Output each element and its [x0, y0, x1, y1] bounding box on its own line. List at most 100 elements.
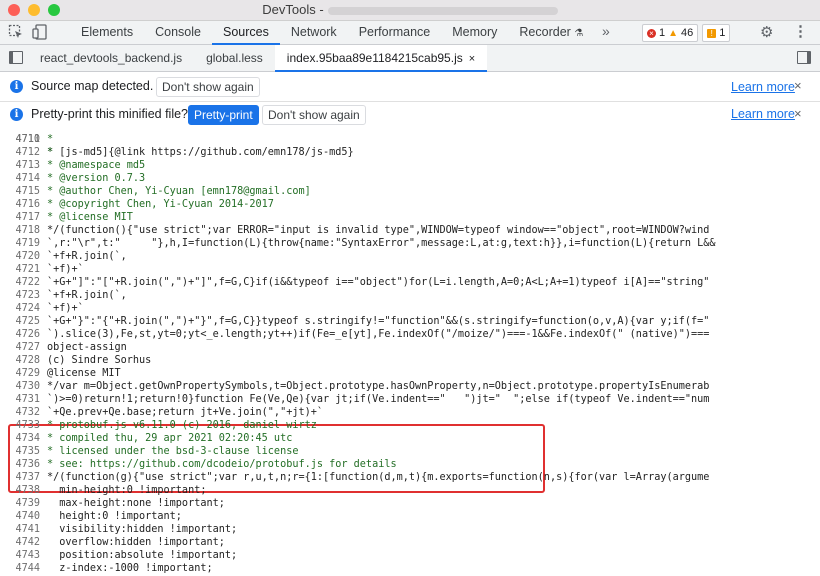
- line-number[interactable]: 4717: [0, 211, 40, 224]
- line-number[interactable]: 4737: [0, 471, 40, 484]
- code-text: * licensed under the bsd-3-clause licens…: [47, 446, 299, 457]
- line-number[interactable]: 4732: [0, 406, 40, 419]
- line-number[interactable]: 4739: [0, 497, 40, 510]
- file-tab[interactable]: global.less: [194, 45, 275, 71]
- file-tab-active[interactable]: index.95baa89e1184215cab95.js ×: [274, 45, 488, 72]
- code-text: height:0 !important;: [47, 511, 182, 522]
- warning-icon: ▲: [668, 27, 679, 39]
- line-number[interactable]: 4728: [0, 354, 40, 367]
- code-text: * @license MIT: [47, 212, 133, 223]
- line-number[interactable]: 4730: [0, 380, 40, 393]
- warning-count: 46: [681, 26, 694, 39]
- line-number[interactable]: 4744: [0, 562, 40, 575]
- code-text: min-height:0 !important;: [47, 485, 207, 496]
- dont-show-again-button[interactable]: Don't show again: [156, 77, 260, 97]
- tab-sources[interactable]: Sources: [211, 21, 280, 45]
- code-text: `+f+R.join(`,: [47, 251, 127, 262]
- code-text: (c) Sindre Sorhus: [47, 355, 152, 366]
- line-number[interactable]: 4727: [0, 341, 40, 354]
- toggle-debugger-icon[interactable]: [797, 51, 811, 64]
- error-warning-counter[interactable]: × 1 ▲ 46: [642, 24, 699, 42]
- error-count: 1: [659, 26, 666, 39]
- tab-recorder-label: Recorder: [519, 25, 571, 39]
- code-editor[interactable]: 4710 * [js-md5]{@link https://github.com…: [0, 126, 820, 576]
- line-number[interactable]: 4714: [0, 172, 40, 185]
- line-number[interactable]: 4724: [0, 302, 40, 315]
- line-number[interactable]: 4743: [0, 549, 40, 562]
- line-number[interactable]: 4712: [0, 146, 40, 159]
- code-text: object-assign: [47, 342, 127, 353]
- line-number[interactable]: 4735: [0, 445, 40, 458]
- line-number[interactable]: 4718: [0, 224, 40, 237]
- line-number[interactable]: 4719: [0, 237, 40, 250]
- close-infobar-icon[interactable]: ×: [794, 106, 802, 121]
- line-number[interactable]: 4711: [0, 133, 40, 146]
- line-number[interactable]: 4733: [0, 419, 40, 432]
- more-tabs-button[interactable]: »: [602, 23, 610, 39]
- issue-icon: !: [707, 28, 717, 38]
- redacted-url: [327, 6, 558, 15]
- line-number[interactable]: 4716: [0, 198, 40, 211]
- tab-elements[interactable]: Elements: [70, 21, 144, 44]
- line-number[interactable]: 4722: [0, 276, 40, 289]
- close-infobar-icon[interactable]: ×: [794, 78, 802, 93]
- line-number[interactable]: 4729: [0, 367, 40, 380]
- devtools-toolbar: Elements Console Sources Network Perform…: [0, 21, 820, 45]
- dont-show-again-button[interactable]: Don't show again: [262, 105, 366, 125]
- learn-more-link[interactable]: Learn more: [731, 107, 795, 121]
- close-tab-icon[interactable]: ×: [469, 53, 475, 65]
- issues-counter[interactable]: ! 1: [702, 24, 731, 42]
- toggle-navigator-icon[interactable]: [9, 51, 23, 64]
- file-tabs-bar: react_devtools_backend.js global.less in…: [0, 45, 820, 72]
- code-text: */(function(g){"use strict";var r,u,t,n;…: [47, 472, 710, 483]
- line-number[interactable]: 4723: [0, 289, 40, 302]
- line-number[interactable]: 4740: [0, 510, 40, 523]
- code-text: *: [47, 134, 54, 145]
- learn-more-link[interactable]: Learn more: [731, 80, 795, 94]
- line-number[interactable]: 4720: [0, 250, 40, 263]
- line-number[interactable]: 4713: [0, 159, 40, 172]
- info-icon: i: [10, 108, 23, 121]
- file-tab-label: index.95baa89e1184215cab95.js: [286, 51, 463, 65]
- issue-counters[interactable]: × 1 ▲ 46 ! 1: [642, 24, 731, 42]
- editor-tabs: react_devtools_backend.js global.less in…: [28, 45, 488, 72]
- tab-performance[interactable]: Performance: [348, 21, 442, 44]
- code-text: visibility:hidden !important;: [47, 524, 238, 535]
- line-number[interactable]: 4741: [0, 523, 40, 536]
- file-tab[interactable]: react_devtools_backend.js: [28, 45, 194, 71]
- line-number[interactable]: 4734: [0, 432, 40, 445]
- device-toolbar-icon[interactable]: [32, 24, 48, 40]
- line-number[interactable]: 4726: [0, 328, 40, 341]
- code-text: `+Qe.prev+Qe.base;return jt+Ve.join(","+…: [47, 407, 324, 418]
- sourcemap-message: Source map detected.: [31, 79, 154, 93]
- code-text: */var m=Object.getOwnPropertySymbols,t=O…: [47, 381, 710, 392]
- line-number[interactable]: 4715: [0, 185, 40, 198]
- line-number[interactable]: 4736: [0, 458, 40, 471]
- code-text: position:absolute !important;: [47, 550, 238, 561]
- line-number[interactable]: 4731: [0, 393, 40, 406]
- pretty-print-button[interactable]: Pretty-print: [188, 105, 259, 125]
- tab-console[interactable]: Console: [144, 21, 212, 44]
- code-text: overflow:hidden !important;: [47, 537, 225, 548]
- prettyprint-message: Pretty-print this minified file?: [31, 107, 189, 121]
- more-options-icon[interactable]: ⋮: [793, 22, 808, 40]
- line-number[interactable]: 4738: [0, 484, 40, 497]
- code-text: `+f)+`: [47, 264, 84, 275]
- issue-count: 1: [719, 26, 726, 39]
- code-text: * @copyright Chen, Yi-Cyuan 2014-2017: [47, 199, 274, 210]
- line-number[interactable]: 4725: [0, 315, 40, 328]
- flask-icon: ⚗: [574, 28, 584, 39]
- code-text: @license MIT: [47, 368, 121, 379]
- tab-recorder[interactable]: Recorder ⚗: [508, 21, 594, 44]
- code-text: * @author Chen, Yi-Cyuan [emn178@gmail.c…: [47, 186, 311, 197]
- code-text: `,r:"\r",t:" "},h,I=function(L){throw{na…: [47, 238, 716, 249]
- line-number[interactable]: 4721: [0, 263, 40, 276]
- line-number[interactable]: 4742: [0, 536, 40, 549]
- settings-gear-icon[interactable]: ⚙: [760, 23, 773, 41]
- tab-memory[interactable]: Memory: [441, 21, 508, 44]
- inspect-element-icon[interactable]: [8, 24, 24, 40]
- tab-network[interactable]: Network: [280, 21, 348, 44]
- code-text: */(function(){"use strict";var ERROR="in…: [47, 225, 710, 236]
- code-text: * see: https://github.com/dcodeio/protob…: [47, 459, 397, 470]
- code-text: * compiled thu, 29 apr 2021 02:20:45 utc: [47, 433, 293, 444]
